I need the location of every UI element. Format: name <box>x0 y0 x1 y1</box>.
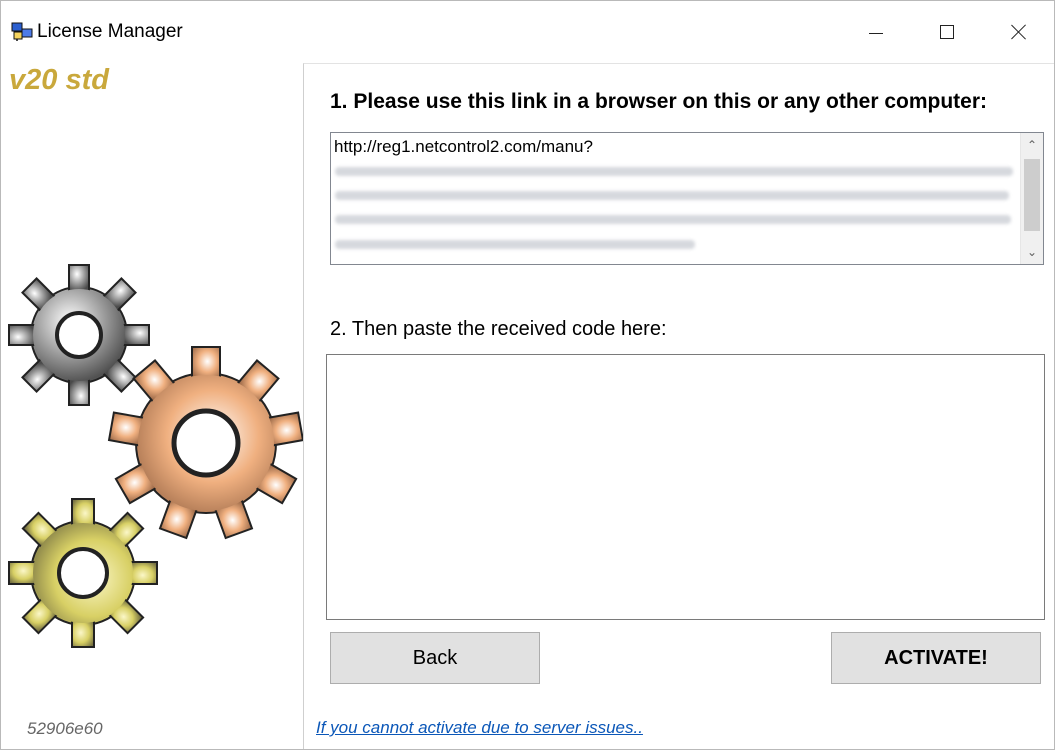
blurred-link-line <box>335 215 1011 224</box>
blurred-link-line <box>335 167 1013 176</box>
activate-button[interactable]: ACTIVATE! <box>831 632 1041 684</box>
title-bar: License Manager <box>1 1 1054 63</box>
scroll-up-icon[interactable]: ⌃ <box>1021 135 1043 155</box>
blurred-link-line <box>335 240 695 249</box>
step2-label: 2. Then paste the received code here: <box>330 318 667 340</box>
registration-link-text[interactable]: http://reg1.netcontrol2.com/manu? <box>334 137 593 157</box>
blurred-link-line <box>335 191 1009 200</box>
close-button[interactable] <box>984 1 1054 63</box>
gears-icon <box>8 264 303 648</box>
version-label: v20 std <box>9 64 109 96</box>
maximize-button[interactable] <box>912 1 982 63</box>
bronze-gear <box>107 346 303 540</box>
scroll-down-icon[interactable]: ⌄ <box>1021 242 1043 262</box>
gray-gear <box>8 264 150 406</box>
server-issues-link[interactable]: If you cannot activate due to server iss… <box>316 718 643 738</box>
registration-link-box[interactable]: http://reg1.netcontrol2.com/manu? ⌃ ⌄ <box>330 132 1044 265</box>
build-id: 52906e60 <box>27 719 103 738</box>
yellow-gear <box>8 498 158 648</box>
license-manager-window: License Manager v20 std 52906e60 1. Plea… <box>0 0 1055 750</box>
back-button[interactable]: Back <box>330 632 540 684</box>
window-title: License Manager <box>37 21 183 42</box>
minimize-icon <box>869 32 883 34</box>
close-icon <box>1011 24 1027 40</box>
license-app-icon <box>11 22 33 41</box>
minimize-button[interactable] <box>841 1 911 63</box>
activation-panel: 1. Please use this link in a browser on … <box>303 63 1054 749</box>
sidebar: v20 std 52906e60 <box>1 63 303 749</box>
scroll-thumb[interactable] <box>1024 159 1040 231</box>
step1-label: 1. Please use this link in a browser on … <box>330 90 987 113</box>
maximize-icon <box>940 25 954 39</box>
activation-code-input[interactable] <box>326 354 1045 620</box>
link-scrollbar[interactable]: ⌃ ⌄ <box>1020 133 1043 264</box>
